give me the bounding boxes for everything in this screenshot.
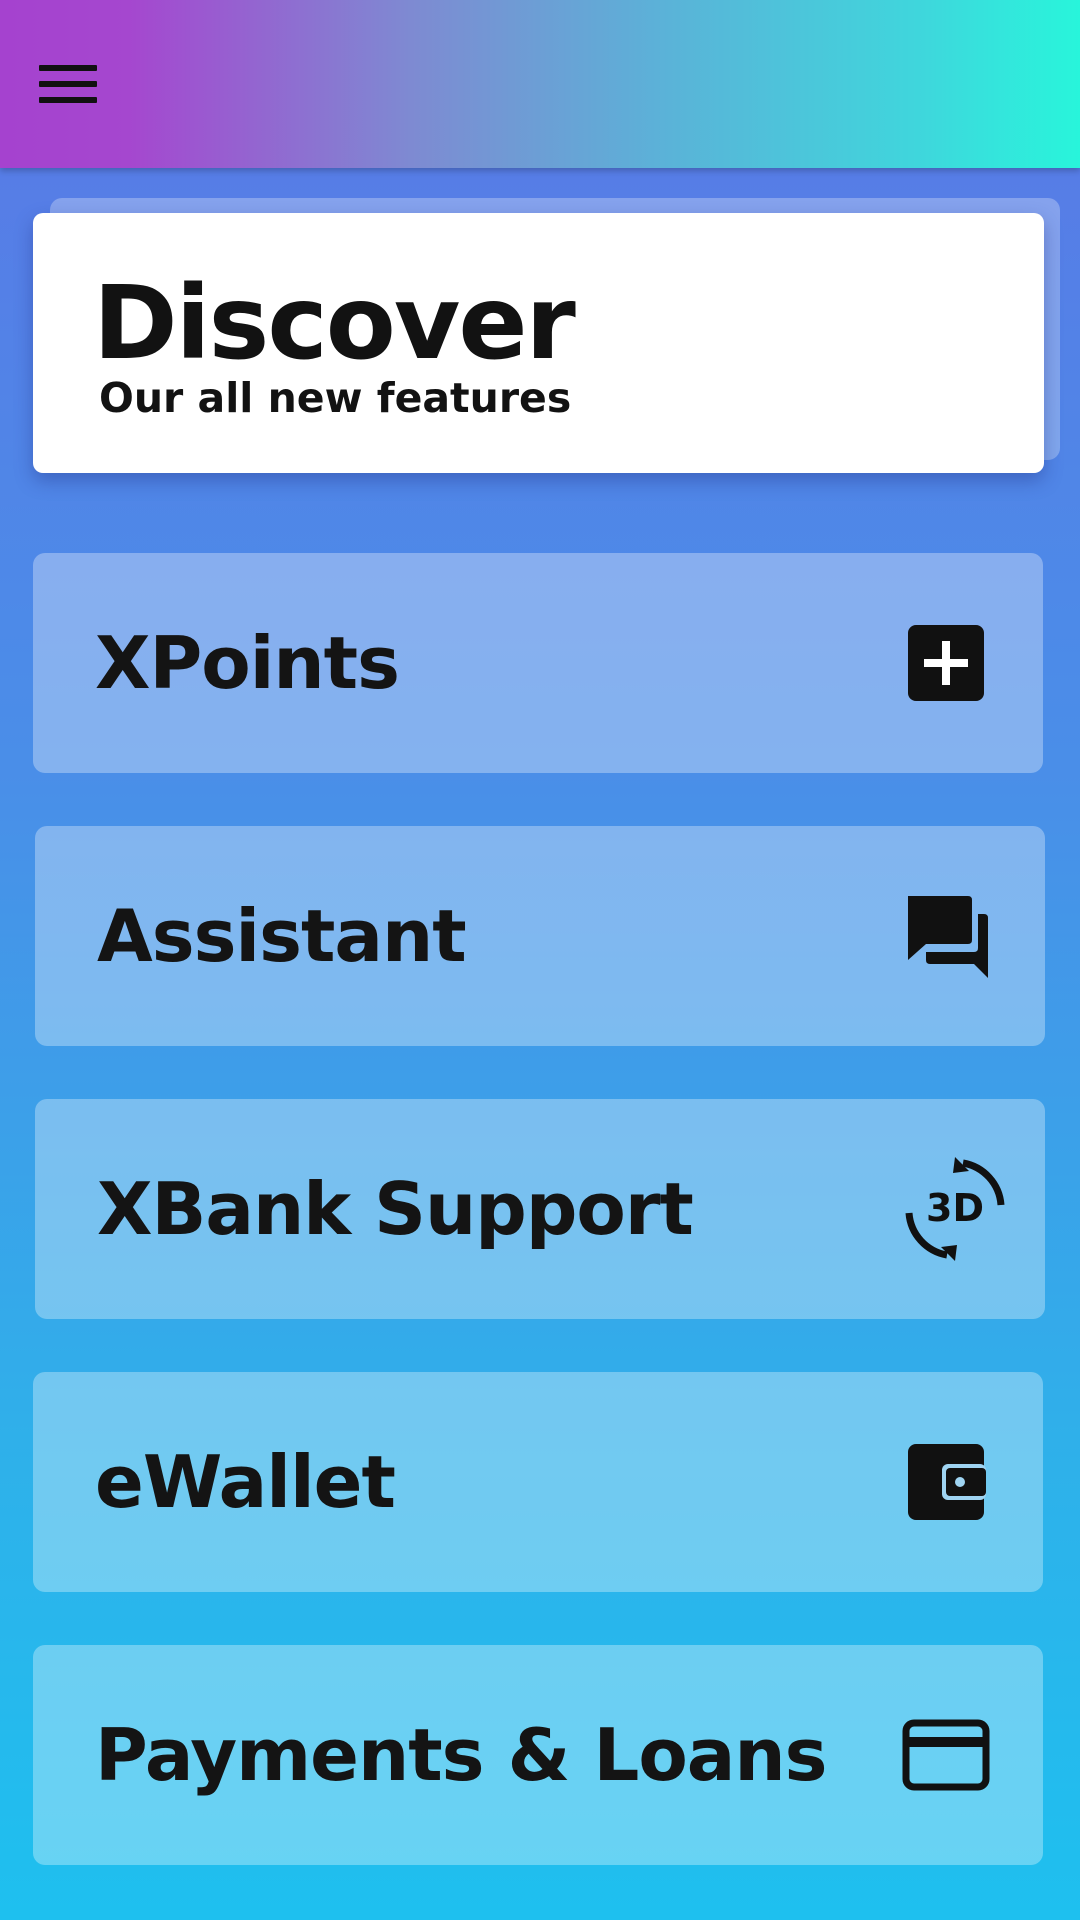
feature-label: XPoints — [95, 621, 400, 705]
3d-rotation-icon: 3D — [903, 1157, 1005, 1261]
wallet-icon — [901, 1437, 991, 1527]
menu-line — [39, 97, 97, 103]
hamburger-menu-icon[interactable] — [32, 54, 104, 114]
feature-label: eWallet — [95, 1440, 396, 1524]
discover-subtitle: Our all new features — [99, 374, 572, 422]
feature-card-ewallet[interactable]: eWallet — [33, 1372, 1043, 1592]
plus-box-icon — [901, 618, 991, 708]
feature-label: XBank Support — [97, 1167, 694, 1251]
discover-title: Discover — [93, 264, 576, 383]
feature-card-xpoints[interactable]: XPoints — [33, 553, 1043, 773]
menu-line — [39, 65, 97, 71]
feature-card-xbank-support[interactable]: XBank Support 3D — [35, 1099, 1045, 1319]
chat-bubbles-icon — [903, 891, 993, 981]
feature-label: Payments & Loans — [95, 1713, 827, 1797]
feature-card-assistant[interactable]: Assistant — [35, 826, 1045, 1046]
discover-banner[interactable]: Discover Our all new features — [33, 213, 1044, 473]
feature-label: Assistant — [97, 894, 467, 978]
app-bar — [0, 0, 1080, 168]
menu-line — [39, 81, 97, 87]
svg-text:3D: 3D — [926, 1186, 984, 1230]
feature-card-payments-loans[interactable]: Payments & Loans — [33, 1645, 1043, 1865]
credit-card-icon — [901, 1710, 991, 1800]
